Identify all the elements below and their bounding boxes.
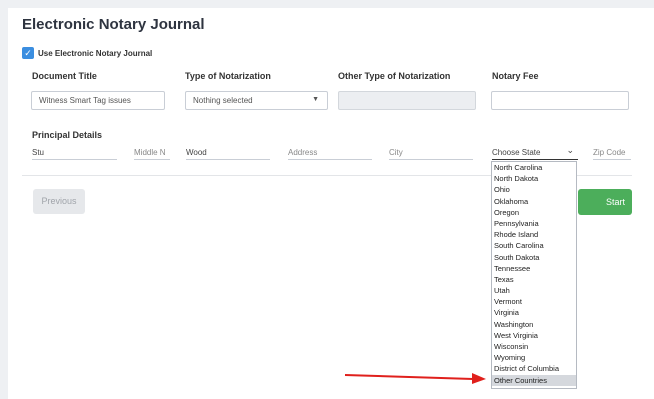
state-dropdown-list[interactable]: North Carolina North Dakota Ohio Oklahoma Or…	[491, 161, 577, 389]
chevron-down-icon: ⌄	[566, 145, 574, 155]
notary-fee-header: Notary Fee	[492, 71, 539, 81]
first-name-input[interactable]: Stu	[32, 148, 117, 160]
state-select-value: Choose State	[492, 148, 541, 157]
state-option[interactable]: West Virginia	[492, 330, 576, 341]
state-option[interactable]: Texas	[492, 274, 576, 285]
address-input[interactable]: Address	[288, 148, 372, 160]
document-title-input[interactable]: Witness Smart Tag issues	[31, 91, 165, 110]
checkbox-checked-icon[interactable]: ✓	[22, 47, 34, 59]
last-name-input[interactable]: Wood	[186, 148, 270, 160]
type-of-notarization-value: Nothing selected	[193, 96, 253, 105]
state-option[interactable]: South Dakota	[492, 252, 576, 263]
city-input[interactable]: City	[389, 148, 473, 160]
use-journal-label: Use Electronic Notary Journal	[38, 48, 153, 58]
page-title: Electronic Notary Journal	[22, 16, 205, 33]
document-title-header: Document Title	[32, 71, 97, 81]
state-option[interactable]: South Carolina	[492, 240, 576, 251]
state-option[interactable]: Oklahoma	[492, 196, 576, 207]
start-tagging-button[interactable]: Start Tagging	[578, 189, 632, 215]
state-option[interactable]: District of Columbia	[492, 363, 576, 374]
state-option[interactable]: North Carolina	[492, 162, 576, 173]
state-option[interactable]: Utah	[492, 285, 576, 296]
state-select[interactable]: Choose State ⌄	[492, 145, 578, 160]
state-option[interactable]: Vermont	[492, 296, 576, 307]
state-option[interactable]: Tennessee	[492, 263, 576, 274]
state-option[interactable]: Pennsylvania	[492, 218, 576, 229]
type-of-notarization-select[interactable]: Nothing selected ▼	[185, 91, 328, 110]
use-journal-checkbox-row[interactable]: ✓ Use Electronic Notary Journal	[22, 47, 152, 59]
state-option[interactable]: Oregon	[492, 207, 576, 218]
middle-name-input[interactable]: Middle N	[134, 148, 170, 160]
other-type-header: Other Type of Notarization	[338, 71, 451, 81]
state-option[interactable]: Ohio	[492, 184, 576, 195]
annotation-arrow-icon	[344, 373, 486, 384]
type-of-notarization-header: Type of Notarization	[185, 71, 271, 81]
principal-details-heading: Principal Details	[32, 130, 103, 140]
state-option[interactable]: Wisconsin	[492, 341, 576, 352]
state-option[interactable]: North Dakota	[492, 173, 576, 184]
previous-button[interactable]: Previous	[33, 189, 85, 214]
state-option[interactable]: Other Countries	[492, 374, 576, 386]
caret-down-icon: ▼	[312, 96, 319, 103]
zip-code-input[interactable]: Zip Code	[593, 148, 631, 160]
state-option[interactable]: Wyoming	[492, 352, 576, 363]
state-option[interactable]: Washington	[492, 319, 576, 330]
state-option[interactable]: Virginia	[492, 307, 576, 318]
notary-fee-input[interactable]	[491, 91, 629, 110]
state-option[interactable]: Rhode Island	[492, 229, 576, 240]
other-type-input	[338, 91, 476, 110]
